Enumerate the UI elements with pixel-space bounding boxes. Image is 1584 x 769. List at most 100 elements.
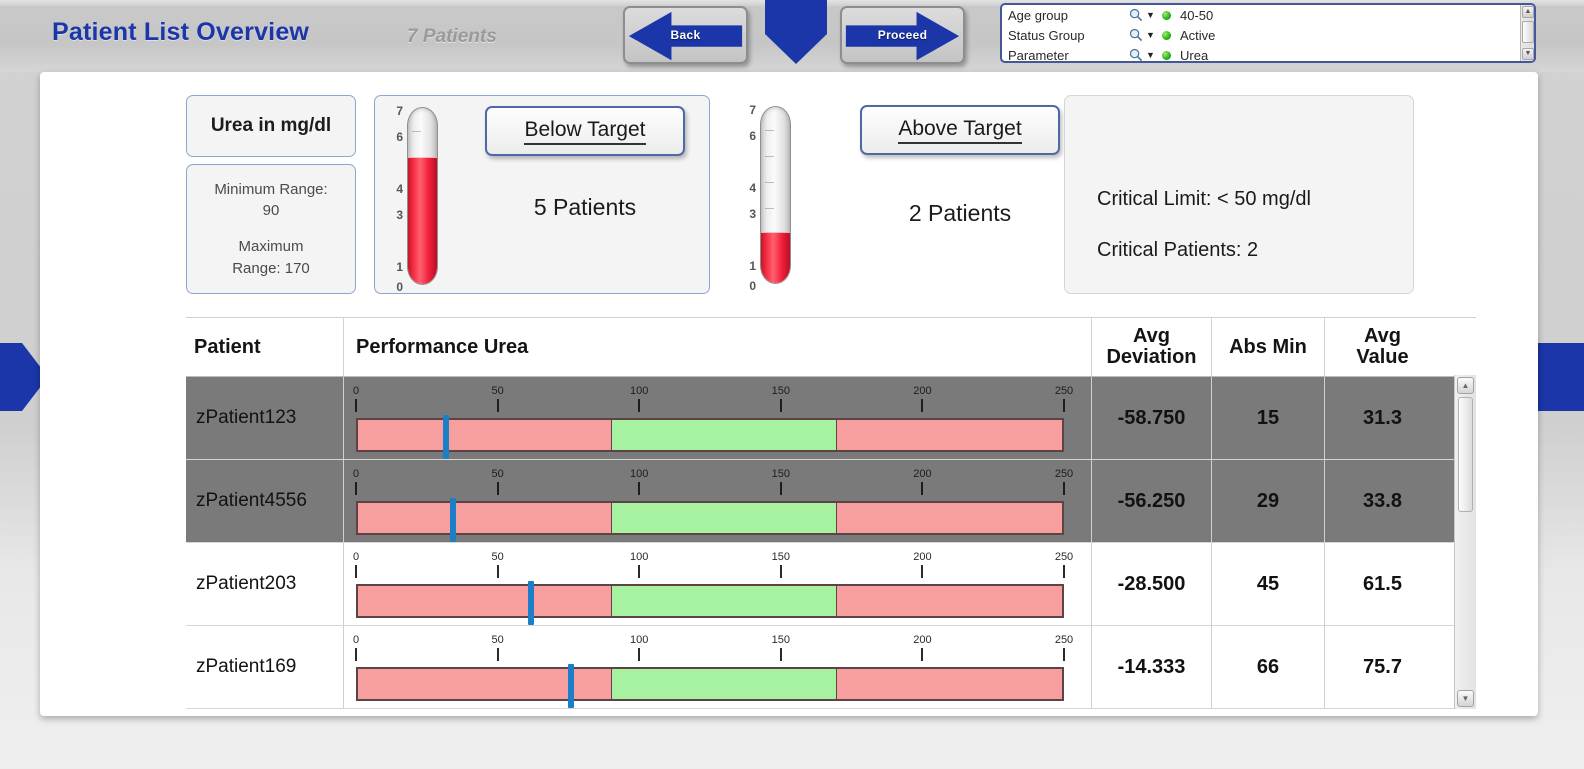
below-target-button-label: Below Target xyxy=(524,118,646,145)
filter-row-parameter[interactable]: Parameter ▼ Urea xyxy=(1002,45,1534,63)
status-dot-icon xyxy=(1162,10,1171,20)
top-bar: Patient List Overview 7 Patients Back Pr… xyxy=(0,0,1584,72)
axis-tick xyxy=(355,482,357,495)
down-arrow-button[interactable] xyxy=(761,0,831,66)
filter-row-age-group[interactable]: Age group ▼ 40-50 xyxy=(1002,5,1534,25)
cell-performance-chart: 0 50 100 150 200 250 xyxy=(343,543,1091,625)
filter-label-status-group: Status Group xyxy=(1008,27,1085,43)
thermometer-tick-label: 1 xyxy=(396,260,403,274)
target-zone xyxy=(611,586,837,616)
axis-tick-label: 0 xyxy=(352,551,360,563)
cell-avg-deviation: -56.250 xyxy=(1091,460,1211,542)
axis-tick xyxy=(496,565,499,578)
cell-avg-deviation: -14.333 xyxy=(1091,626,1211,708)
table-row[interactable]: zPatient4556 0 50 100 150 200 250 -56.250 29 33.8 xyxy=(186,460,1454,543)
above-target-button[interactable]: Above Target xyxy=(860,105,1060,155)
proceed-button[interactable]: Proceed xyxy=(840,6,965,64)
thermometer-tick-label: 7 xyxy=(749,103,756,117)
axis-tick-label: 100 xyxy=(630,551,649,563)
axis-tick xyxy=(921,399,924,412)
parameter-title-box: Urea in mg/dl xyxy=(186,95,356,157)
chart-axis: 0 50 100 150 200 250 xyxy=(352,551,1073,581)
table-row[interactable]: zPatient169 0 50 100 150 200 250 -14.333 66 75.7 xyxy=(186,626,1454,709)
magnifier-icon[interactable] xyxy=(1126,48,1146,61)
cell-patient: zPatient169 xyxy=(196,656,297,677)
axis-tick-label: 150 xyxy=(771,634,790,646)
below-thermometer-tube xyxy=(407,107,438,285)
table-header-row: Patient Performance Urea Avg Deviation A… xyxy=(186,317,1476,377)
filter-scroll-thumb[interactable] xyxy=(1522,21,1534,43)
value-marker xyxy=(450,498,457,542)
column-header-patient[interactable]: Patient xyxy=(186,318,343,376)
axis-tick xyxy=(921,482,924,495)
cell-performance-chart: 0 50 100 150 200 250 xyxy=(343,460,1091,542)
chart-axis: 0 50 100 150 200 250 xyxy=(353,634,1073,664)
filter-panel[interactable]: Age group ▼ 40-50 Status Group ▼ Active … xyxy=(1000,3,1536,63)
summary-panel: Urea in mg/dl Minimum Range: 90 Maximum … xyxy=(40,72,1538,315)
scroll-up-icon[interactable]: ▲ xyxy=(1522,6,1534,18)
filter-row-status-group[interactable]: Status Group ▼ Active xyxy=(1002,25,1534,45)
column-header-performance[interactable]: Performance Urea xyxy=(343,318,1091,376)
chevron-down-icon[interactable]: ▼ xyxy=(1146,10,1162,20)
cell-avg-deviation: -28.500 xyxy=(1091,543,1211,625)
table-body: zPatient123 0 50 100 150 200 250 -58.750 15 31.3 z… xyxy=(186,377,1454,709)
table-scroll-thumb[interactable] xyxy=(1458,397,1473,512)
value-marker xyxy=(528,581,535,625)
critical-count-text: Critical Patients: 2 xyxy=(1097,239,1259,261)
axis-tick-label: 50 xyxy=(491,468,504,480)
axis-tick xyxy=(638,648,641,661)
thermometer-tick-label: 0 xyxy=(749,279,756,293)
axis-tick-label: 250 xyxy=(1054,468,1074,480)
thermometer-tick-label: 4 xyxy=(749,181,756,195)
column-header-avg-value[interactable]: Avg Value xyxy=(1324,318,1440,376)
scroll-up-icon[interactable]: ▲ xyxy=(1457,377,1474,394)
cell-performance-chart: 0 50 100 150 200 250 xyxy=(343,626,1091,708)
below-target-button[interactable]: Below Target xyxy=(485,106,685,156)
filter-scrollbar[interactable]: ▲ ▼ xyxy=(1520,5,1534,61)
thermometer-tick-label: 3 xyxy=(396,208,403,222)
magnifier-icon[interactable] xyxy=(1126,28,1146,42)
table-row[interactable]: zPatient203 0 50 100 150 200 250 -28.500 45 61.5 xyxy=(186,543,1454,626)
column-header-abs-min[interactable]: Abs Min xyxy=(1211,318,1324,376)
table-scrollbar[interactable]: ▲ ▼ xyxy=(1454,375,1476,709)
patient-table: Patient Performance Urea Avg Deviation A… xyxy=(186,317,1476,709)
column-header-avg-deviation-line1: Avg xyxy=(1132,325,1171,347)
thermometer-tick-label: 7 xyxy=(396,104,403,118)
cell-abs-min: 45 xyxy=(1211,543,1324,625)
page-title: Patient List Overview xyxy=(52,18,310,46)
axis-tick-label: 100 xyxy=(630,634,649,646)
cell-avg-value: 31.3 xyxy=(1324,377,1440,459)
chevron-down-icon[interactable]: ▼ xyxy=(1146,30,1162,40)
scroll-down-icon[interactable]: ▼ xyxy=(1457,690,1474,707)
patient-count-label: 7 Patients xyxy=(407,26,497,47)
below-thermometer-scale: 7 6 4 3 1 0 xyxy=(387,104,403,293)
cell-abs-min: 66 xyxy=(1211,626,1324,708)
performance-chart: 0 50 100 150 200 250 xyxy=(352,551,1073,625)
column-header-avg-deviation[interactable]: Avg Deviation xyxy=(1091,318,1211,376)
target-zone xyxy=(611,420,837,450)
status-dot-icon xyxy=(1162,30,1171,40)
axis-tick xyxy=(638,399,641,412)
thermometer-tick-label: 3 xyxy=(749,207,756,221)
scroll-down-icon[interactable]: ▼ xyxy=(1522,48,1534,60)
back-button[interactable]: Back xyxy=(623,6,748,64)
chevron-down-icon[interactable]: ▼ xyxy=(1146,50,1162,60)
axis-tick xyxy=(921,565,924,578)
thermometer-tick-label: 6 xyxy=(749,129,756,143)
chart-axis: 0 50 100 150 200 250 xyxy=(353,468,1073,498)
filter-label-parameter: Parameter xyxy=(1008,47,1069,63)
below-thermometer: 7 6 4 3 1 0 xyxy=(387,104,445,293)
magnifier-icon[interactable] xyxy=(1126,8,1146,22)
cell-abs-min: 29 xyxy=(1211,460,1324,542)
thermometer-tick-label: 1 xyxy=(749,259,756,273)
table-row[interactable]: zPatient123 0 50 100 150 200 250 -58.750 15 31.3 xyxy=(186,377,1454,460)
axis-tick xyxy=(1063,565,1065,578)
thermometer-tick-label: 0 xyxy=(396,280,403,294)
filter-value-parameter: Urea xyxy=(1180,47,1209,63)
status-dot-icon xyxy=(1162,50,1171,60)
above-target-count: 2 Patients xyxy=(908,200,1012,226)
performance-chart: 0 50 100 150 200 250 xyxy=(353,468,1073,542)
range-bar xyxy=(356,664,1064,708)
axis-tick xyxy=(496,648,499,661)
value-marker xyxy=(568,664,575,708)
